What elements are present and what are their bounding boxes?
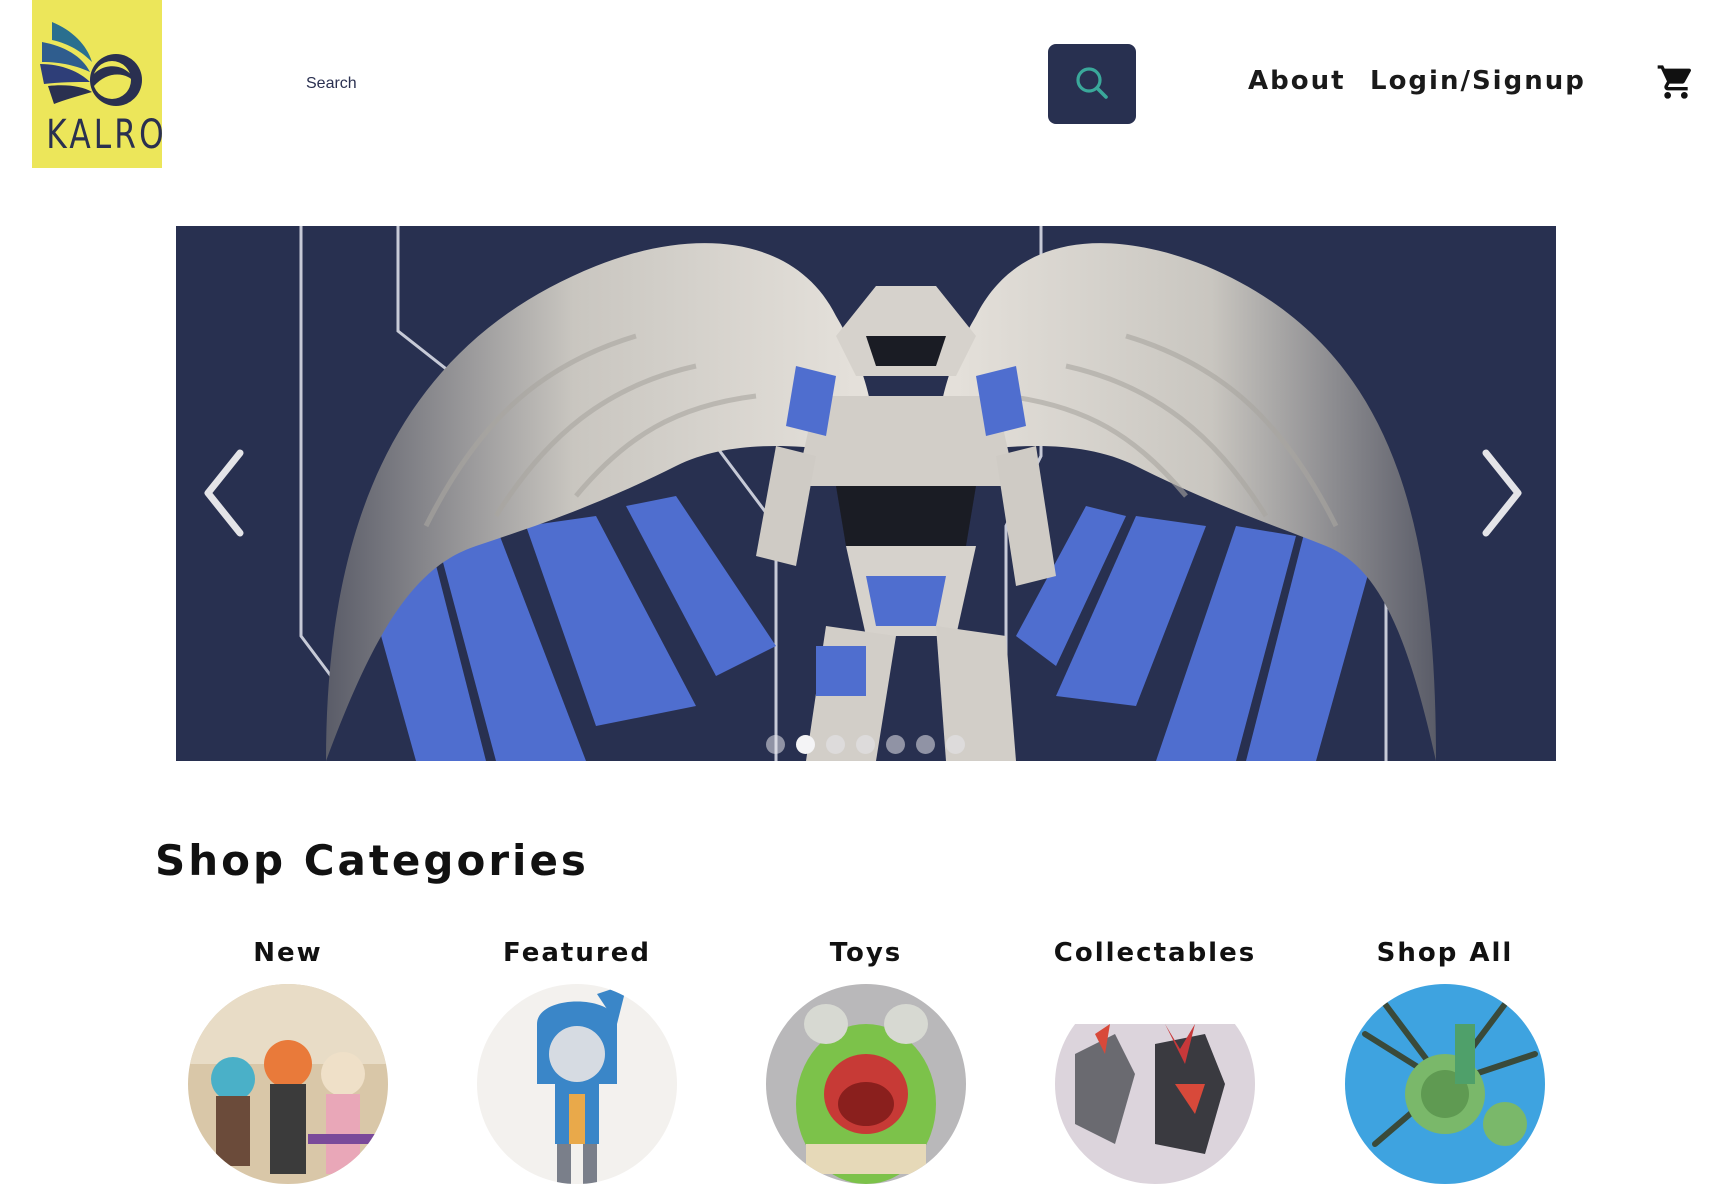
category-label: Featured	[503, 938, 651, 968]
hero-banner-image	[299, 226, 1436, 761]
category-new[interactable]: New	[173, 938, 403, 1184]
carousel-dot[interactable]	[916, 735, 935, 754]
category-featured[interactable]: Featured	[462, 938, 692, 1184]
category-toys-image[interactable]	[766, 984, 966, 1184]
carousel-prev-button[interactable]	[200, 448, 250, 538]
cart-button[interactable]	[1656, 62, 1696, 102]
category-label: Collectables	[1053, 938, 1257, 968]
brand-name: KALRO	[46, 112, 162, 158]
chevron-right-icon	[1476, 449, 1526, 542]
brand-logo[interactable]: KALRO	[32, 0, 162, 168]
carousel-indicators	[766, 735, 965, 754]
category-label: Shop All	[1376, 938, 1514, 968]
category-shop-all-image[interactable]	[1345, 984, 1545, 1184]
carousel-dot[interactable]	[946, 735, 965, 754]
category-new-image[interactable]	[188, 984, 388, 1184]
category-shop-all[interactable]: Shop All	[1330, 938, 1560, 1184]
category-featured-image[interactable]	[477, 984, 677, 1184]
search-icon	[1074, 65, 1110, 104]
category-toys[interactable]: Toys	[751, 938, 981, 1184]
nav-about-link[interactable]: About	[1248, 66, 1346, 96]
carousel-dot[interactable]	[886, 735, 905, 754]
carousel-dot[interactable]	[796, 735, 815, 754]
carousel-dot[interactable]	[766, 735, 785, 754]
nav-login-link[interactable]: Login/Signup	[1370, 66, 1586, 96]
category-label: Toys	[829, 938, 903, 968]
hero-carousel[interactable]	[176, 226, 1556, 761]
shop-categories-heading: Shop Categories	[155, 836, 589, 885]
search-input[interactable]	[298, 44, 1054, 124]
category-collectables[interactable]: Collectables	[1040, 938, 1270, 1184]
search-button[interactable]	[1048, 44, 1136, 124]
carousel-dot[interactable]	[826, 735, 845, 754]
category-label: New	[253, 938, 323, 968]
category-collectables-image[interactable]	[1055, 984, 1255, 1184]
carousel-next-button[interactable]	[1476, 448, 1526, 538]
cart-icon	[1656, 65, 1696, 106]
chevron-left-icon	[200, 449, 250, 542]
carousel-dot[interactable]	[856, 735, 875, 754]
